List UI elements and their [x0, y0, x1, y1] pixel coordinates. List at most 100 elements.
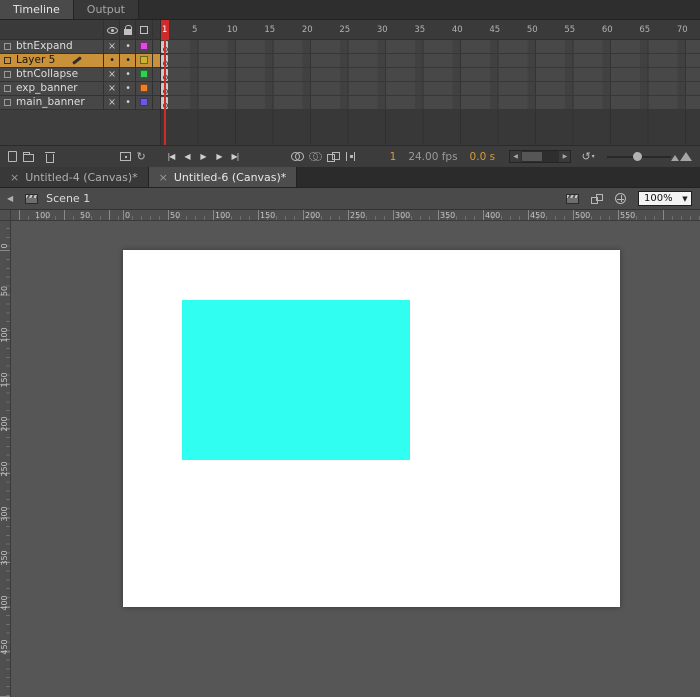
layer-lock-toggle[interactable]: •: [120, 54, 136, 68]
ruler-label-h: 350: [440, 210, 456, 220]
delete-layer-button[interactable]: [42, 148, 58, 166]
zoom-level-value: 100%: [644, 193, 673, 204]
layer-row-btnexpand[interactable]: btnExpand × •: [0, 40, 160, 54]
layer-row-btncollapse[interactable]: btnCollapse × •: [0, 68, 160, 82]
onion-outlines-icon: [308, 152, 322, 161]
new-folder-button[interactable]: [21, 148, 37, 166]
reset-timeline-zoom-button[interactable]: ↺ ▾: [581, 150, 594, 163]
scroll-left-icon[interactable]: ◀: [510, 151, 522, 162]
loop-playback-button[interactable]: ↻: [133, 148, 149, 166]
ruler-label-h: 500: [575, 210, 591, 220]
layer-type-icon: [4, 71, 11, 78]
cyan-rectangle[interactable]: [182, 300, 410, 460]
frame-number: 45: [489, 25, 501, 35]
eye-icon: [106, 26, 118, 34]
scroll-right-icon[interactable]: ▶: [559, 151, 571, 162]
layer-visibility-toggle[interactable]: ×: [104, 82, 120, 96]
layer-name: main_banner: [16, 96, 85, 108]
scene-clapperboard-icon: [25, 193, 39, 204]
layer-outline-toggle[interactable]: [136, 54, 152, 68]
frame-rate-indicator[interactable]: 24.00 fps: [408, 151, 457, 163]
panel-tab-bar: Timeline Output: [0, 0, 700, 20]
onion-skin-button[interactable]: [289, 148, 305, 166]
column-divider: [135, 20, 136, 110]
layer-visibility-toggle[interactable]: ×: [104, 96, 120, 110]
zoom-level-dropdown[interactable]: 100% ▼: [638, 191, 692, 206]
ruler-label-h: 550: [620, 210, 636, 220]
go-to-last-frame-button[interactable]: ▶|: [227, 148, 243, 166]
close-tab-icon[interactable]: ×: [159, 172, 168, 183]
playhead-line: [164, 40, 166, 145]
show-hide-all-layers-button[interactable]: [104, 20, 120, 40]
timeline-zoom-presets[interactable]: [671, 152, 692, 161]
close-tab-icon[interactable]: ×: [10, 172, 19, 183]
layer-lock-toggle[interactable]: •: [120, 68, 136, 82]
frame-row-btnexpand[interactable]: [161, 40, 700, 54]
onion-skin-outlines-button[interactable]: [307, 148, 323, 166]
trash-icon: [44, 151, 55, 163]
frame-number: 25: [339, 25, 351, 35]
panel-tab-timeline[interactable]: Timeline: [0, 0, 74, 19]
timeline-scrollbar[interactable]: ◀ ▶: [509, 150, 572, 163]
layer-visibility-toggle[interactable]: ×: [104, 68, 120, 82]
zoom-slider-thumb[interactable]: [632, 152, 642, 161]
layer-row-layer-5[interactable]: Layer 5 • •: [0, 54, 160, 68]
column-divider: [119, 20, 120, 110]
frame-row-btncollapse[interactable]: [161, 68, 700, 82]
layer-lock-toggle[interactable]: •: [120, 96, 136, 110]
frame-row-layer-5[interactable]: [161, 54, 700, 68]
column-divider: [152, 20, 153, 110]
modify-markers-button[interactable]: [343, 148, 359, 166]
layer-row-main_banner[interactable]: main_banner × •: [0, 96, 160, 110]
layer-visibility-toggle[interactable]: ×: [104, 40, 120, 54]
frame-number: 70: [676, 25, 688, 35]
frame-number: 55: [564, 25, 576, 35]
lock-all-layers-button[interactable]: [120, 20, 136, 40]
timeline-frames-area[interactable]: 1 5 10 15 20 25 30 35 40 45 50 55 60 65 70: [160, 20, 700, 145]
document-tab-1[interactable]: × Untitled-4 (Canvas)*: [0, 167, 149, 187]
back-arrow-icon[interactable]: ◀: [7, 194, 13, 203]
center-stage-button[interactable]: [615, 193, 626, 204]
timeline-frames-header[interactable]: 1 5 10 15 20 25 30 35 40 45 50 55 60 65 70: [161, 20, 700, 40]
pasteboard[interactable]: [11, 221, 700, 697]
layer-controls-header: [0, 20, 160, 40]
layer-lock-toggle[interactable]: •: [120, 82, 136, 96]
outline-all-layers-button[interactable]: [136, 20, 152, 40]
layer-row-exp_banner[interactable]: exp_banner × •: [0, 82, 160, 96]
panel-tab-output[interactable]: Output: [73, 0, 139, 19]
layer-name: btnExpand: [16, 40, 73, 52]
step-back-button[interactable]: ◀: [179, 148, 195, 166]
layer-outline-toggle[interactable]: [136, 40, 152, 54]
column-divider: [103, 20, 104, 110]
new-layer-button[interactable]: [5, 148, 21, 166]
ruler-label-h: 400: [485, 210, 501, 220]
document-tab-2[interactable]: × Untitled-6 (Canvas)*: [148, 167, 298, 187]
ruler-label-h: 0: [125, 210, 131, 220]
edit-multiple-frames-button[interactable]: [325, 148, 341, 166]
edit-scene-button[interactable]: [566, 193, 579, 204]
go-to-first-frame-button[interactable]: |◀: [163, 148, 179, 166]
play-button[interactable]: ▶: [195, 148, 211, 166]
ruler-label-v: 50: [0, 285, 9, 296]
stage[interactable]: [123, 250, 620, 607]
layer-lock-toggle[interactable]: •: [120, 40, 136, 54]
scrollbar-track[interactable]: [521, 151, 559, 162]
edit-symbols-button[interactable]: [591, 193, 603, 204]
step-forward-button[interactable]: ▶: [211, 148, 227, 166]
frame-row-exp_banner[interactable]: [161, 82, 700, 96]
zoom-out-frames-icon: [671, 155, 679, 161]
vertical-ruler[interactable]: 0 50 100 150 200 250 300 350 400 450: [0, 221, 11, 697]
center-frame-button[interactable]: [118, 148, 134, 166]
timeline-layer-panel: btnExpand × • Layer 5 • • btnCollapse × • exp_ban…: [0, 20, 160, 145]
ruler-label-h: 50: [170, 210, 181, 220]
layer-outline-toggle[interactable]: [136, 82, 152, 96]
layer-outline-toggle[interactable]: [136, 68, 152, 82]
timeline-zoom-slider[interactable]: [606, 150, 672, 163]
layer-outline-toggle[interactable]: [136, 96, 152, 110]
reset-zoom-icon: ↺: [581, 150, 591, 163]
scrollbar-thumb[interactable]: [522, 152, 543, 161]
layer-visibility-toggle[interactable]: •: [104, 54, 120, 68]
horizontal-ruler[interactable]: 100 50 0 50 100 150 200 250 300 350 400 450 500 550: [11, 210, 700, 221]
layer-name: btnCollapse: [16, 68, 79, 80]
frame-row-main_banner[interactable]: [161, 96, 700, 110]
